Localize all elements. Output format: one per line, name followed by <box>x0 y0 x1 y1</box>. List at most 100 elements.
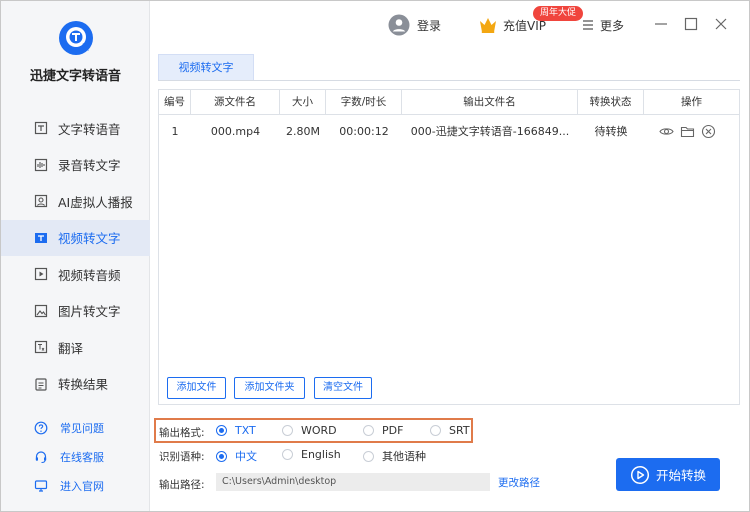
cell-id: 1 <box>171 125 179 138</box>
user-icon <box>388 14 410 36</box>
text-doc-icon <box>34 122 48 135</box>
app-logo-icon <box>59 21 93 55</box>
open-folder-icon[interactable] <box>680 124 695 139</box>
delete-circle-x-icon[interactable] <box>701 124 716 139</box>
format-pdf-label: PDF <box>382 424 404 437</box>
sidebar-item-results[interactable]: 转换结果 <box>1 366 150 403</box>
lang-radio-english[interactable]: English <box>282 448 341 461</box>
column-header-source: 源文件名 <box>191 90 280 115</box>
radio-icon <box>282 425 293 436</box>
sidebar-item-text-to-speech[interactable]: 文字转语音 <box>1 110 150 147</box>
start-convert-button[interactable]: 开始转换 <box>616 458 720 491</box>
clipboard-icon <box>35 378 47 391</box>
video-text-icon <box>35 232 47 243</box>
language-label: 识别语种: <box>159 451 205 463</box>
column-header-output: 输出文件名 <box>402 90 578 115</box>
lang-radio-chinese[interactable]: 中文 <box>216 448 257 464</box>
add-file-button[interactable]: 添加文件 <box>167 377 226 399</box>
start-convert-label: 开始转换 <box>655 468 706 483</box>
audio-doc-icon <box>34 158 48 171</box>
monitor-icon <box>34 479 48 492</box>
cell-size: 2.80M <box>286 125 320 138</box>
official-site-link[interactable]: 进入官网 <box>1 471 150 500</box>
menu-icon <box>583 20 593 30</box>
format-srt-label: SRT <box>449 424 470 437</box>
headset-icon <box>35 450 47 463</box>
play-circle-icon <box>630 465 650 484</box>
format-radio-word[interactable]: WORD <box>282 424 337 437</box>
sidebar-item-label: 翻译 <box>58 340 84 356</box>
sidebar-item-video-to-audio[interactable]: 视频转音频 <box>1 256 150 293</box>
sidebar-item-label: 视频转音频 <box>58 267 121 283</box>
cell-duration: 00:00:12 <box>339 125 389 138</box>
radio-icon <box>282 449 293 460</box>
image-icon <box>34 304 48 317</box>
minimize-icon[interactable] <box>654 17 668 31</box>
avatar-icon <box>34 195 48 208</box>
clear-files-button[interactable]: 清空文件 <box>314 377 372 399</box>
question-icon <box>34 421 48 434</box>
format-word-label: WORD <box>301 424 337 437</box>
sidebar-bottom-links: 常见问题 在线客服 进入官网 <box>1 413 150 500</box>
sidebar-item-label: 录音转文字 <box>58 158 121 174</box>
cell-output: 000-迅捷文字转语音-166849... <box>410 125 570 138</box>
promo-badge: 周年大促 <box>533 6 584 21</box>
sidebar-item-translate[interactable]: 翻译 <box>1 329 150 366</box>
login-button[interactable]: 登录 <box>388 13 441 37</box>
sidebar-item-label: 转换结果 <box>58 377 109 393</box>
table-row[interactable]: 1 000.mp4 2.80M 00:00:12 000-迅捷文字转语音-166… <box>159 116 739 147</box>
output-path-field[interactable]: C:\Users\Admin\desktop <box>216 473 490 491</box>
more-button[interactable]: 更多 <box>582 13 624 37</box>
output-path-label: 输出路径: <box>159 479 205 491</box>
video-audio-icon <box>34 268 48 281</box>
tab-divider <box>158 80 740 81</box>
faq-link[interactable]: 常见问题 <box>1 413 150 442</box>
online-service-link[interactable]: 在线客服 <box>1 442 150 471</box>
column-header-actions: 操作 <box>681 96 702 108</box>
crown-icon <box>480 18 496 33</box>
lang-other-label: 其他语种 <box>382 450 426 463</box>
close-icon[interactable] <box>714 17 728 31</box>
format-radio-pdf[interactable]: PDF <box>363 424 403 437</box>
lang-chinese-label: 中文 <box>235 450 257 463</box>
radio-selected-icon <box>216 425 227 436</box>
sidebar-item-ai-avatar[interactable]: AI虚拟人播报 <box>1 183 150 220</box>
output-format-label: 输出格式: <box>159 427 205 439</box>
radio-icon <box>363 450 374 462</box>
file-table: 编号 源文件名 大小 字数/时长 输出文件名 转换状态 操作 1 000.mp4… <box>158 89 740 405</box>
radio-selected-icon <box>216 450 227 462</box>
preview-eye-icon[interactable] <box>659 124 674 139</box>
lang-english-label: English <box>301 448 341 461</box>
maximize-icon[interactable] <box>684 17 698 31</box>
official-site-label: 进入官网 <box>60 479 104 493</box>
add-folder-button[interactable]: 添加文件夹 <box>234 377 305 399</box>
login-label: 登录 <box>417 18 442 33</box>
more-label: 更多 <box>600 18 625 33</box>
radio-icon <box>430 425 441 436</box>
sidebar-item-image-to-text[interactable]: 图片转文字 <box>1 293 150 330</box>
format-radio-txt[interactable]: TXT <box>216 424 256 437</box>
sidebar-item-video-to-text[interactable]: 视频转文字 <box>1 219 150 256</box>
cell-status: 待转换 <box>594 125 628 138</box>
sidebar-item-audio-to-text[interactable]: 录音转文字 <box>1 147 150 184</box>
column-header-id: 编号 <box>159 90 191 115</box>
radio-icon <box>363 425 374 436</box>
format-radio-srt[interactable]: SRT <box>430 424 470 437</box>
sidebar-item-label: 文字转语音 <box>58 121 121 137</box>
column-header-size: 大小 <box>280 90 326 115</box>
sidebar: 迅捷文字转语音 文字转语音 录音转文字 AI虚拟人播报 视频转文字 视频转音频 <box>1 1 150 511</box>
sidebar-item-label: 视频转文字 <box>58 231 121 247</box>
sidebar-item-label: 图片转文字 <box>58 304 121 320</box>
column-header-duration: 字数/时长 <box>326 90 402 115</box>
tab-video-to-text[interactable]: 视频转文字 <box>158 54 254 81</box>
lang-radio-other[interactable]: 其他语种 <box>363 448 426 464</box>
online-service-label: 在线客服 <box>60 450 104 464</box>
cell-source: 000.mp4 <box>210 125 261 138</box>
sidebar-nav: 文字转语音 录音转文字 AI虚拟人播报 视频转文字 视频转音频 图片转文字 翻译… <box>1 110 150 402</box>
app-name: 迅捷文字转语音 <box>29 69 121 84</box>
change-path-link[interactable]: 更改路径 <box>498 475 540 490</box>
row-actions <box>659 124 716 139</box>
faq-label: 常见问题 <box>60 421 104 435</box>
app-window: 迅捷文字转语音 文字转语音 录音转文字 AI虚拟人播报 视频转文字 视频转音频 <box>0 0 750 512</box>
column-header-status: 转换状态 <box>578 90 644 115</box>
